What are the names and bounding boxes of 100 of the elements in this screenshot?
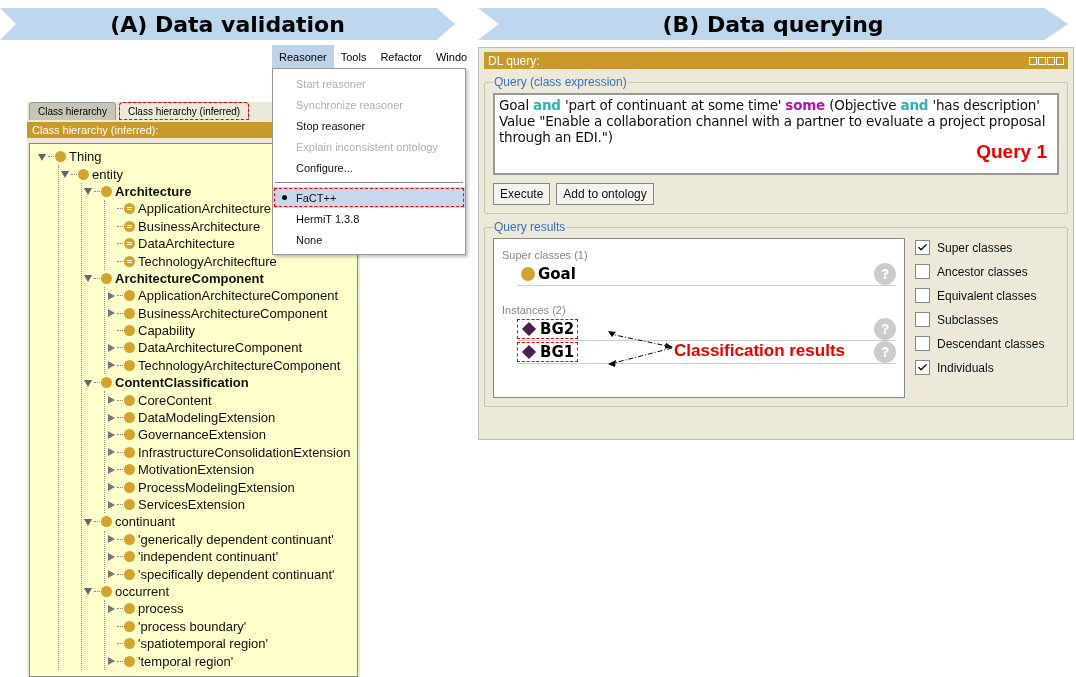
tree-item[interactable]: ContentClassification (115, 375, 249, 391)
menu-item[interactable]: Tools (333, 45, 374, 68)
option-checkbox[interactable]: Super classes (915, 240, 1045, 255)
menu-entry[interactable]: FaCT++ (273, 187, 465, 208)
menu-item[interactable]: Windo (428, 45, 475, 68)
expanded-triangle-icon[interactable] (84, 187, 92, 196)
option-checkbox[interactable]: Ancestor classes (915, 264, 1045, 279)
menu-item[interactable]: Refactor (373, 45, 429, 68)
tree-item[interactable]: BusinessArchitectureComponent (138, 305, 328, 321)
tree-item[interactable]: entity (92, 166, 124, 182)
option-checkbox[interactable]: Individuals (915, 360, 1045, 375)
checkbox-label: Subclasses (937, 312, 999, 327)
tree-item[interactable]: continuant (115, 514, 175, 530)
tree-item[interactable]: CoreContent (138, 392, 212, 408)
tree-item[interactable]: ProcessModelingExtension (138, 479, 295, 495)
tab[interactable]: Class hierarchy (inferred) (118, 102, 250, 120)
tree-item[interactable]: ServicesExtension (138, 497, 245, 512)
menu-entry[interactable]: Configure... (273, 157, 465, 178)
tree-item[interactable]: 'process boundary' (138, 618, 247, 634)
expanded-triangle-icon[interactable] (38, 152, 46, 161)
collapsed-triangle-icon[interactable] (107, 361, 115, 370)
section-heading: Super classes (1) (502, 249, 589, 261)
collapsed-triangle-icon[interactable] (107, 465, 115, 474)
collapsed-triangle-icon[interactable] (107, 291, 115, 300)
collapsed-triangle-icon[interactable] (107, 413, 115, 422)
tree-item[interactable]: ApplicationArchitecture (138, 201, 271, 217)
collapsed-triangle-icon[interactable] (107, 552, 115, 561)
tree-item[interactable]: occurrent (115, 583, 170, 599)
tree-item[interactable]: 'generically dependent continuant' (138, 531, 334, 547)
checkbox[interactable] (915, 360, 930, 375)
menu-entry[interactable]: None (273, 229, 465, 250)
collapsed-triangle-icon[interactable] (107, 344, 115, 352)
collapsed-triangle-icon[interactable] (107, 396, 115, 405)
option-checkbox[interactable]: Descendant classes (915, 336, 1045, 351)
checkbox-label: Super classes (937, 240, 1013, 255)
tree-item[interactable]: DataArchitectureComponent (138, 340, 303, 356)
group-legend: Query results (493, 220, 567, 234)
collapsed-triangle-icon[interactable] (107, 535, 115, 544)
result-item[interactable]: Goal (518, 265, 579, 283)
checkbox[interactable] (915, 240, 930, 255)
menu-entry[interactable]: HermiT 1.3.8 (273, 208, 465, 229)
expanded-triangle-icon[interactable] (84, 517, 92, 526)
tree-item[interactable]: Architecture (115, 183, 192, 199)
tree-item[interactable]: 'specifically dependent continuant' (138, 566, 335, 582)
tree-item[interactable]: DataModelingExtension (138, 410, 276, 426)
tree-item[interactable]: TechnologyArchitectureComponent (138, 357, 341, 373)
tree-item[interactable]: MotivationExtension (138, 462, 255, 478)
tree-item[interactable]: InfrastructureConsolidationExtension (138, 444, 351, 460)
tree-item[interactable]: 'spatiotemporal region' (138, 636, 268, 652)
collapsed-triangle-icon[interactable] (107, 309, 115, 318)
result-item[interactable]: BG2 (518, 320, 578, 338)
menu-entry-label: None (296, 233, 323, 246)
query-input[interactable]: Goal and 'part of continuant at some time' some (Objective and 'has description' Value "Enable a collaboration channel with a partner to evaluate a project proposal through an EDI.") Query 1 (493, 93, 1059, 175)
collapsed-triangle-icon[interactable] (107, 604, 115, 613)
expanded-triangle-icon[interactable] (84, 378, 92, 387)
annotation-label: Classification results (674, 341, 845, 360)
tree-item[interactable]: Thing (69, 149, 102, 165)
result-item[interactable]: BG1 (518, 343, 578, 361)
tree-item[interactable]: ArchitectureComponent (115, 270, 264, 286)
arrow (608, 331, 673, 349)
panel-title: DL query: (488, 53, 540, 68)
arrow (608, 347, 673, 367)
checkbox[interactable] (915, 312, 930, 327)
section-banner: (B) Data querying (478, 8, 1068, 40)
tree-item[interactable]: Capability (138, 323, 196, 339)
checkbox-label: Descendant classes (937, 336, 1045, 351)
checkbox[interactable] (915, 264, 930, 279)
option-checkbox[interactable]: Equivalent classes (915, 288, 1045, 303)
tree-item[interactable]: 'independent continuant' (138, 549, 279, 565)
action-button[interactable]: Execute (493, 183, 551, 205)
menu-entry-label: HermiT 1.3.8 (296, 212, 360, 225)
check-icon (917, 242, 928, 253)
collapsed-triangle-icon[interactable] (107, 657, 115, 665)
group-legend: Query (class expression) (493, 75, 628, 89)
action-button[interactable]: Add to ontology (556, 183, 654, 205)
checkbox-label: Individuals (937, 360, 994, 375)
collapsed-triangle-icon[interactable] (107, 483, 115, 492)
tree-item[interactable]: 'temporal region' (138, 653, 234, 669)
tree-item[interactable]: DataArchitecture (138, 236, 235, 252)
expanded-triangle-icon[interactable] (61, 170, 69, 179)
tree-item[interactable]: TechnologyArchitecfture (138, 253, 277, 269)
menu-item[interactable]: Reasoner (272, 45, 334, 68)
collapsed-triangle-icon[interactable] (107, 430, 115, 439)
checkbox[interactable] (915, 336, 930, 351)
checkbox[interactable] (915, 288, 930, 303)
collapsed-triangle-icon[interactable] (107, 500, 115, 509)
section-heading: Instances (2) (502, 304, 567, 316)
tab[interactable]: Class hierarchy (29, 102, 116, 120)
section-banner: (A) Data validation (0, 8, 455, 40)
collapsed-triangle-icon[interactable] (107, 570, 115, 579)
expanded-triangle-icon[interactable] (84, 587, 92, 596)
expanded-triangle-icon[interactable] (84, 274, 92, 283)
tree-item[interactable]: ApplicationArchitectureComponent (138, 288, 339, 304)
tree-item[interactable]: BusinessArchitecture (138, 218, 261, 234)
tree-item[interactable]: GovernanceExtension (138, 427, 266, 443)
check-icon (917, 362, 928, 373)
tree-item[interactable]: process (138, 601, 184, 617)
checkbox-label: Ancestor classes (937, 264, 1028, 279)
collapsed-triangle-icon[interactable] (107, 448, 115, 457)
option-checkbox[interactable]: Subclasses (915, 312, 1045, 327)
